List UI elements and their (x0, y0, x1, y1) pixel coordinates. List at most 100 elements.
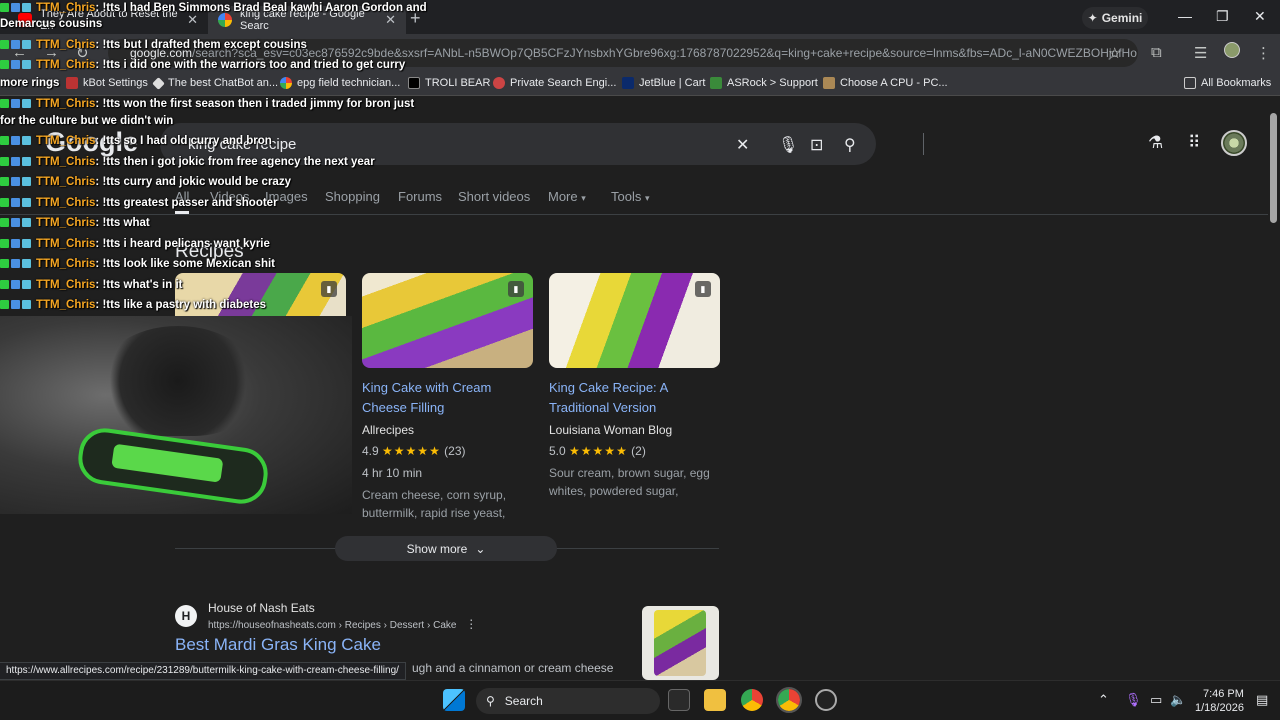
bookmark-label: epg field technician... (297, 77, 401, 89)
chat-username: TTM_Chris (36, 238, 96, 251)
windows-taskbar: ⚲ Search ⌃ 🎙 ▭ 🔈 7:46 PM 1/18/2026 ▤ (0, 680, 1280, 720)
labs-icon[interactable]: ⚗ (1148, 133, 1163, 153)
store-icon[interactable] (668, 689, 690, 711)
windows-start-icon[interactable] (443, 689, 465, 711)
recipe-ingredients: Cream cheese, corn syrup, buttermilk, ra… (362, 488, 507, 520)
chat-badges (0, 0, 33, 16)
recipe-card[interactable]: ▮ King Cake Recipe: A Traditional Versio… (549, 273, 720, 500)
chat-badges (0, 236, 33, 252)
diamond-badge-icon (22, 99, 31, 109)
lens-icon[interactable]: ⊡ (810, 135, 823, 155)
recipe-title[interactable]: King Cake Recipe: A Traditional Version (549, 378, 720, 418)
chrome-icon[interactable] (741, 689, 763, 711)
kick-badge-icon (0, 136, 9, 146)
sub-badge-icon (11, 99, 20, 109)
asrock-icon (710, 77, 722, 89)
bookmark-item[interactable]: kBot Settings (66, 77, 148, 89)
chat-username: TTM_Chris (36, 258, 96, 271)
star-rating-icon: ★★★★★ (569, 444, 628, 458)
chat-message: TTM_Chris: !tts what (0, 215, 150, 231)
file-explorer-icon[interactable] (704, 689, 726, 711)
chrome-active-icon[interactable] (776, 687, 802, 713)
sparkle-icon: ✦ (1087, 11, 1098, 25)
result-site-name[interactable]: House of Nash Eats (208, 601, 315, 615)
chat-message: TTM_Chris: !tts but I drafted them excep… (0, 37, 307, 53)
chat-message: TTM_Chris: !tts greatest passer and shoo… (0, 195, 278, 211)
chat-text: : !tts but I drafted them except cousins (95, 39, 307, 52)
extensions-icon[interactable]: ⧉ (1151, 44, 1162, 61)
save-recipe-icon[interactable]: ▮ (695, 281, 711, 297)
more-options-icon[interactable]: ⋮ (465, 617, 477, 631)
result-title[interactable]: Best Mardi Gras King Cake (175, 635, 381, 655)
show-more-button[interactable]: Show more ⌄ (335, 536, 557, 561)
volume-icon[interactable]: 🔈 (1170, 692, 1186, 708)
chat-text: : !tts like a pastry with diabetes (95, 299, 267, 312)
tab-shopping[interactable]: Shopping (325, 189, 380, 204)
chat-badges (0, 174, 33, 190)
rating-count: (23) (444, 444, 466, 458)
restore-button[interactable]: ❐ (1216, 8, 1229, 25)
bookmark-star-icon[interactable]: ☆ (1108, 44, 1121, 62)
bookmark-item[interactable]: epg field technician... (280, 77, 400, 89)
recipe-card[interactable]: ▮ King Cake with Cream Cheese Filling Al… (362, 273, 533, 522)
all-bookmarks-button[interactable]: All Bookmarks (1184, 77, 1271, 89)
media-controls-icon[interactable]: ☰ (1194, 44, 1207, 62)
bookmark-item[interactable]: Choose A CPU - PC... (823, 77, 948, 89)
taskbar-search[interactable]: ⚲ Search (476, 688, 660, 714)
search-icon[interactable]: ⚲ (844, 135, 856, 155)
tab-forums[interactable]: Forums (398, 189, 442, 204)
bookmark-item[interactable]: JetBlue | Cart (622, 77, 705, 89)
network-icon[interactable]: ▭ (1150, 692, 1162, 708)
apps-grid-icon[interactable]: ⠿ (1188, 133, 1200, 153)
save-recipe-icon[interactable]: ▮ (508, 281, 524, 297)
result-thumbnail[interactable] (642, 606, 719, 680)
kick-badge-icon (0, 259, 9, 269)
chat-username: TTM_Chris (36, 39, 96, 52)
recipe-thumbnail[interactable]: ▮ (362, 273, 533, 368)
scrollbar-thumb[interactable] (1270, 113, 1277, 223)
tray-overflow-icon[interactable]: ⌃ (1098, 692, 1109, 708)
cpu-icon (823, 77, 835, 89)
caret-down-icon: ▾ (644, 193, 650, 203)
bookmark-item[interactable]: Private Search Engi... (493, 77, 616, 89)
tab-tools[interactable]: Tools ▾ (611, 189, 650, 204)
bookmark-item[interactable]: The best ChatBot an... (152, 76, 278, 90)
webcam-subject (98, 326, 258, 436)
profile-avatar[interactable] (1224, 42, 1240, 58)
tab-short-videos[interactable]: Short videos (458, 189, 530, 204)
chat-badges (0, 277, 33, 293)
chat-badges (0, 37, 33, 53)
rating-value: 4.9 (362, 444, 379, 458)
chat-text: : !tts i heard pelicans want kyrie (95, 238, 270, 251)
search-icon: ⚲ (486, 694, 495, 708)
recipe-source: Louisiana Woman Blog (549, 423, 673, 437)
minimize-button[interactable]: — (1178, 8, 1192, 24)
clear-icon[interactable]: ✕ (736, 135, 749, 155)
diamond-badge-icon (22, 157, 31, 167)
recipe-source: Allrecipes (362, 423, 415, 437)
recipe-title[interactable]: King Cake with Cream Cheese Filling (362, 378, 533, 418)
save-recipe-icon[interactable]: ▮ (321, 281, 337, 297)
page-scrollbar[interactable] (1268, 97, 1280, 680)
microphone-icon[interactable]: 🎙 (778, 135, 798, 155)
recipe-thumbnail[interactable]: ▮ (549, 273, 720, 368)
star-rating-icon: ★★★★★ (382, 444, 441, 458)
bookmark-item[interactable]: ASRock > Support (710, 77, 818, 89)
bookmark-item[interactable]: TROLI BEAR (408, 77, 490, 89)
notifications-icon[interactable]: ▤ (1256, 692, 1268, 708)
chat-text: : !tts greatest passer and shooter (95, 197, 278, 210)
system-clock[interactable]: 7:46 PM 1/18/2026 (1195, 687, 1244, 715)
microphone-icon[interactable]: 🎙 (1125, 692, 1142, 708)
kick-badge-icon (0, 99, 9, 109)
kick-badge-icon (0, 218, 9, 228)
obs-icon[interactable] (815, 689, 837, 711)
sub-badge-icon (11, 157, 20, 167)
kick-badge-icon (0, 239, 9, 249)
tab-more[interactable]: More ▾ (548, 189, 586, 204)
close-window-button[interactable]: ✕ (1254, 8, 1266, 25)
menu-icon[interactable]: ⋮ (1256, 44, 1271, 62)
sub-badge-icon (11, 198, 20, 208)
gemini-button[interactable]: ✦ Gemini (1082, 7, 1148, 29)
account-avatar[interactable] (1221, 130, 1247, 156)
result-url[interactable]: https://houseofnasheats.com › Recipes › … (208, 617, 477, 631)
